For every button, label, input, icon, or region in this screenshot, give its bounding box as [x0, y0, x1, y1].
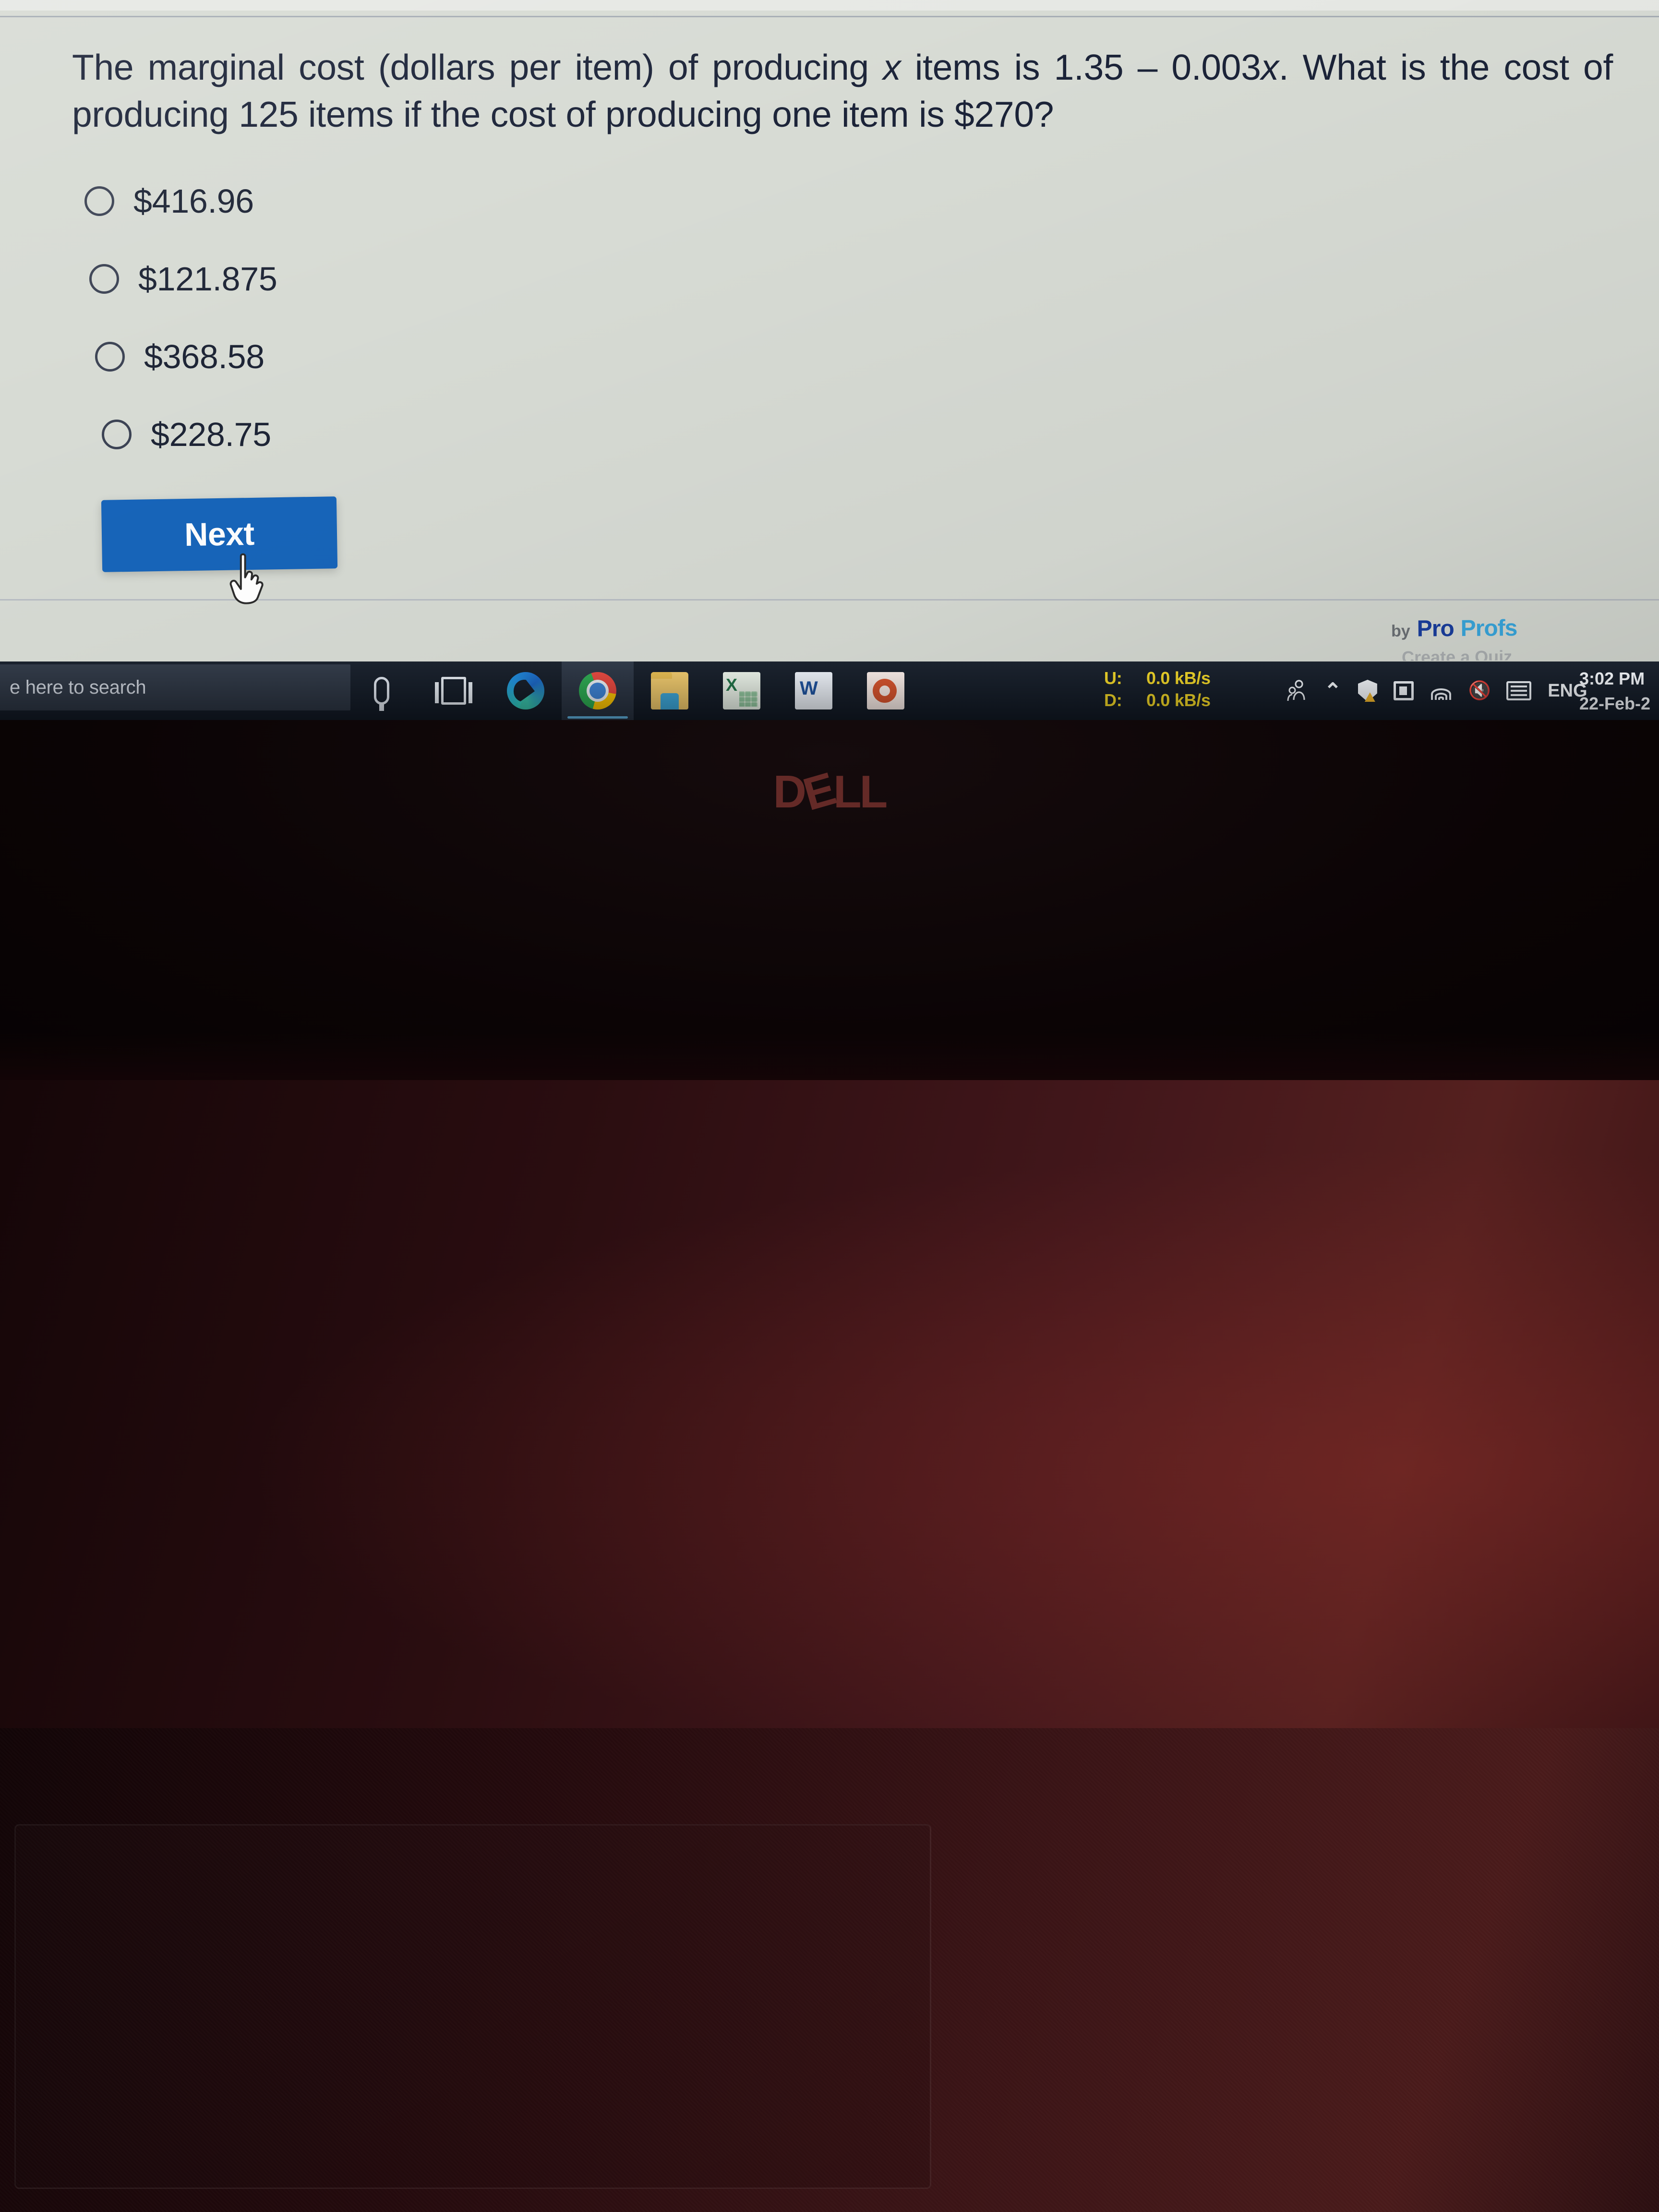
quiz-bottom-divider [0, 599, 1659, 601]
laptop-keyboard: F2🔈 F3🔊 F4⏮ F5▶❙❙ F6⏭ F7 F8🖵 F9🔎 F10 F11… [0, 1080, 1659, 1728]
download-label: D: [1104, 690, 1122, 710]
question-segment-2: items is 1.35 – 0.003 [901, 47, 1261, 87]
cortana-microphone-button[interactable] [346, 661, 418, 720]
create-a-quiz-link[interactable]: Create a Quiz [1402, 647, 1512, 661]
windows-taskbar: e here to search U: 0.0 kB/s [0, 661, 1659, 720]
proprofs-branding[interactable]: by Pro Profs [1391, 615, 1517, 642]
answer-option-1[interactable]: $416.96 [72, 173, 1128, 229]
excel-icon [723, 672, 760, 709]
taskbar-app-excel[interactable] [706, 661, 778, 720]
taskbar-search-box[interactable]: e here to search [0, 664, 350, 710]
powerpoint-icon [867, 672, 904, 709]
answer-option-4[interactable]: $228.75 [72, 406, 1128, 463]
taskbar-app-file-explorer[interactable] [634, 661, 706, 720]
upload-label: U: [1104, 668, 1122, 688]
branding-pro: Pro [1417, 616, 1454, 642]
keyboard-layout-icon[interactable] [1506, 661, 1532, 720]
taskbar-app-edge[interactable] [490, 661, 562, 720]
taskbar-app-powerpoint[interactable] [850, 661, 922, 720]
wifi-icon[interactable] [1430, 661, 1452, 720]
branding-by-label: by [1391, 622, 1410, 640]
answer-option-label: $416.96 [133, 182, 254, 220]
radio-button-icon[interactable] [84, 186, 114, 216]
network-speed-monitor[interactable]: U: 0.0 kB/s D: 0.0 kB/s [1104, 667, 1211, 711]
question-variable-x: x [883, 47, 901, 87]
download-value: 0.0 kB/s [1146, 690, 1211, 710]
next-button[interactable]: Next [101, 496, 338, 572]
security-shield-icon[interactable] [1358, 661, 1377, 720]
microphone-icon [374, 677, 389, 711]
taskbar-app-word[interactable] [778, 661, 850, 720]
laptop-trackpad[interactable] [14, 1824, 931, 2189]
task-view-icon [435, 677, 472, 705]
radio-button-icon[interactable] [89, 264, 119, 294]
branding-profs: Profs [1460, 615, 1517, 641]
laptop-screen: The marginal cost (dollars per item) of … [0, 0, 1659, 662]
clock-date: 22-Feb-2 [1579, 694, 1651, 714]
answer-option-label: $368.58 [144, 338, 264, 375]
taskbar-clock[interactable]: 3:02 PM 22-Feb-2 [1579, 666, 1656, 716]
question-text: The marginal cost (dollars per item) of … [72, 44, 1613, 138]
dell-brand-logo: DELL [773, 763, 888, 821]
chrome-icon [579, 672, 616, 709]
taskbar-app-chrome[interactable] [562, 661, 634, 720]
answer-option-3[interactable]: $368.58 [72, 328, 1128, 385]
answer-option-2[interactable]: $121.875 [72, 251, 1128, 307]
edge-icon [507, 672, 544, 709]
upload-value: 0.0 kB/s [1146, 668, 1211, 688]
volume-muted-icon[interactable]: 🔇 [1468, 661, 1491, 720]
radio-button-icon[interactable] [95, 342, 125, 372]
radio-button-icon[interactable] [102, 420, 132, 449]
taskbar-icon-strip [346, 661, 922, 720]
clock-time: 3:02 PM [1579, 669, 1645, 688]
question-variable-x2: x [1261, 47, 1279, 87]
show-hidden-icons-chevron-up-icon[interactable]: ⌃ [1324, 661, 1342, 720]
system-tray: ⌃ 🔇 ENG [1286, 661, 1587, 720]
quiz-container: The marginal cost (dollars per item) of … [0, 0, 1659, 619]
battery-icon[interactable] [1393, 661, 1414, 720]
question-segment-1: The marginal cost (dollars per item) of … [72, 47, 883, 87]
answer-options-list: $416.96 $121.875 $368.58 $228.75 [72, 173, 1128, 484]
task-view-button[interactable] [418, 661, 490, 720]
answer-option-label: $121.875 [138, 260, 277, 298]
word-icon [795, 672, 832, 709]
search-input[interactable]: e here to search [10, 677, 146, 698]
file-explorer-icon [651, 672, 688, 709]
people-icon[interactable] [1286, 661, 1308, 720]
answer-option-label: $228.75 [151, 416, 271, 453]
